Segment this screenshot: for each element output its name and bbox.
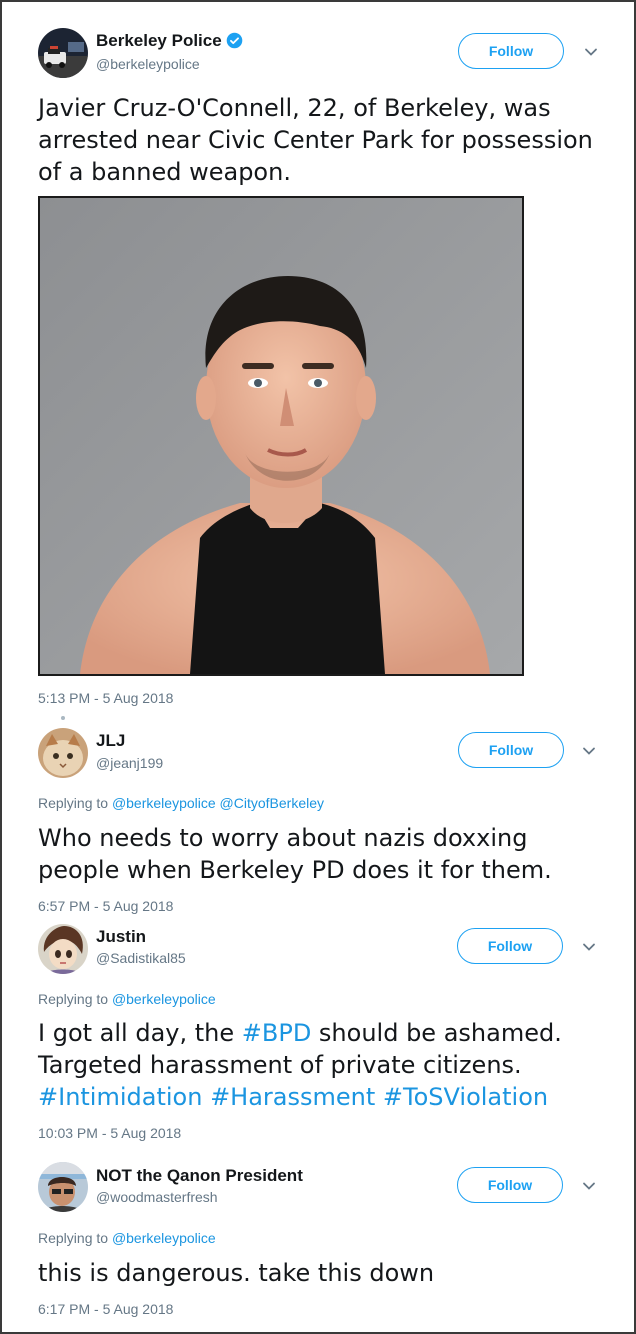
chevron-down-icon[interactable] — [582, 43, 600, 61]
reply-timestamp[interactable]: 6:17 PM - 5 Aug 2018 — [38, 1301, 173, 1317]
reply-text-segment: I got all day, the — [38, 1019, 242, 1047]
justin-avatar[interactable] — [38, 924, 88, 974]
reply-text-line: this is dangerous. take this down — [38, 1259, 435, 1287]
hashtag-links[interactable]: #Intimidation #Harassment #ToSViolation — [38, 1081, 628, 1113]
not-the-qanon-president-avatar[interactable] — [38, 1162, 88, 1212]
replying-to-prefix: Replying to — [38, 1230, 109, 1246]
replying-to-prefix: Replying to — [38, 795, 109, 811]
replying-to-link[interactable]: @berkeleypolice — [112, 1230, 216, 1246]
reply-author-handle[interactable]: @jeanj199 — [96, 755, 163, 771]
chevron-down-icon[interactable] — [580, 1177, 598, 1195]
replying-to-prefix: Replying to — [38, 991, 109, 1007]
reply-text-line: people when Berkeley PD does it for them… — [38, 856, 552, 884]
berkeley-police-avatar[interactable] — [38, 28, 88, 78]
tweet-text: Javier Cruz-O'Connell, 22, of Berkeley, … — [38, 92, 618, 188]
author-handle[interactable]: @berkeleypolice — [96, 56, 200, 72]
tweet-text-line: Javier Cruz-O'Connell, 22, of Berkeley, … — [38, 94, 551, 122]
replying-to: Replying to @berkeleypolice — [38, 991, 216, 1007]
replying-to: Replying to @berkeleypolice — [38, 1230, 216, 1246]
follow-button[interactable]: Follow — [458, 732, 564, 768]
reply-author-name[interactable]: NOT the Qanon President — [96, 1166, 303, 1186]
reply-author-name[interactable]: JLJ — [96, 731, 125, 751]
reply-timestamp[interactable]: 6:57 PM - 5 Aug 2018 — [38, 898, 173, 914]
chevron-down-icon[interactable] — [580, 938, 598, 956]
replying-to-link[interactable]: @berkeleypolice — [112, 991, 216, 1007]
reply-author-handle[interactable]: @Sadistikal85 — [96, 950, 186, 966]
jlj-avatar[interactable] — [38, 728, 88, 778]
reply-text-line: Who needs to worry about nazis doxxing — [38, 824, 528, 852]
reply-text: I got all day, the #BPD should be ashame… — [38, 1017, 628, 1113]
reply-author-name[interactable]: Justin — [96, 927, 146, 947]
reply-author-handle[interactable]: @woodmasterfresh — [96, 1189, 218, 1205]
reply-timestamp[interactable]: 10:03 PM - 5 Aug 2018 — [38, 1125, 181, 1141]
replying-to-link[interactable]: @berkeleypolice @CityofBerkeley — [112, 795, 324, 811]
author-name[interactable]: Berkeley Police — [96, 31, 243, 51]
verified-badge-icon — [226, 32, 242, 49]
mugshot-photo[interactable] — [38, 196, 524, 676]
tweet-text-line: of a banned weapon. — [38, 158, 291, 186]
reply-text: this is dangerous. take this down — [38, 1257, 628, 1289]
reply-text-line: I got all day, the #BPD should be ashame… — [38, 1017, 628, 1049]
reply-text-line: Targeted harassment of private citizens. — [38, 1051, 522, 1079]
replying-to: Replying to @berkeleypolice @CityofBerke… — [38, 795, 324, 811]
tweet-text-line: arrested near Civic Center Park for poss… — [38, 126, 593, 154]
reply-text: Who needs to worry about nazis doxxing p… — [38, 822, 628, 886]
follow-button[interactable]: Follow — [458, 33, 564, 69]
thread-dot — [61, 716, 65, 720]
reply-text-segment: should be ashamed. — [311, 1019, 562, 1047]
chevron-down-icon[interactable] — [580, 742, 598, 760]
follow-button[interactable]: Follow — [457, 1167, 563, 1203]
follow-button[interactable]: Follow — [457, 928, 563, 964]
tweet-timestamp[interactable]: 5:13 PM - 5 Aug 2018 — [38, 690, 173, 706]
author-name-text[interactable]: Berkeley Police — [96, 31, 222, 50]
hashtag-link[interactable]: #BPD — [242, 1019, 312, 1047]
